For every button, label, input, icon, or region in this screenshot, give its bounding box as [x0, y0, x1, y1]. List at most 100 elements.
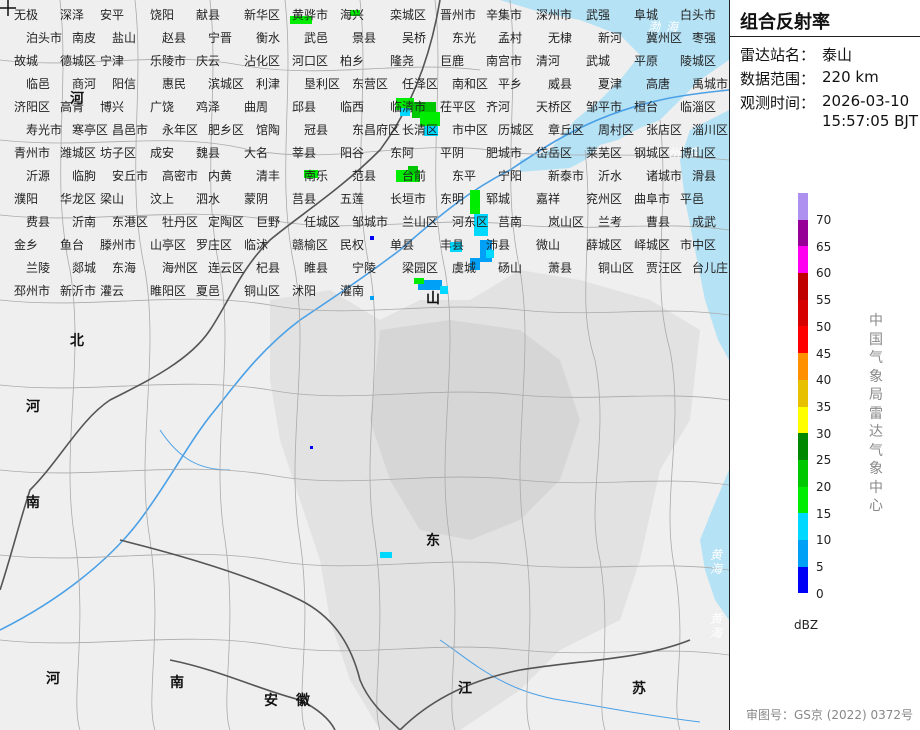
place-label: 单县	[390, 238, 415, 252]
scale-cell	[798, 193, 808, 220]
place-label: 利津	[256, 77, 281, 91]
place-label: 冀州区	[646, 31, 683, 45]
province-char: 南	[170, 675, 184, 691]
dbz-color-scale	[798, 193, 808, 594]
place-label: 桓台	[634, 100, 659, 114]
range-row: 数据范围： 220 km	[740, 68, 879, 89]
place-label: 郯城	[72, 261, 97, 275]
place-label: 宁阳	[498, 169, 523, 183]
scale-cell	[798, 326, 808, 354]
place-label: 张店区	[646, 123, 683, 137]
place-label: 嘉祥	[536, 192, 561, 206]
place-label: 吴桥	[402, 31, 427, 45]
place-label: 沂源	[26, 169, 51, 183]
time-clock: 15:57:05 BJT	[822, 112, 919, 130]
place-label: 巨野	[256, 215, 281, 229]
place-label: 德城区	[60, 54, 97, 68]
place-label: 黄骅市	[292, 8, 329, 22]
place-label: 青州市	[14, 146, 51, 160]
place-label: 东营区	[352, 77, 389, 91]
place-label: 冠县	[304, 123, 329, 137]
province-char: 东	[426, 533, 440, 549]
place-label: 滨城区	[208, 77, 245, 91]
place-label: 故城	[14, 54, 39, 68]
place-label: 邹平市	[586, 100, 623, 114]
place-label: 砀山	[498, 261, 523, 275]
place-label: 南皮	[72, 31, 97, 45]
place-label: 平阴	[440, 146, 465, 160]
place-label: 汶上	[150, 192, 175, 206]
place-label: 海州区	[162, 261, 199, 275]
scale-cell	[798, 539, 808, 567]
place-label: 滕州市	[100, 238, 137, 252]
place-label: 成武	[692, 215, 717, 229]
place-label: 兰山区	[402, 215, 439, 229]
place-label: 平原	[634, 54, 659, 68]
scale-tick: 65	[816, 239, 832, 254]
place-label: 邳州市	[14, 284, 51, 298]
map-area[interactable]: 渤海 莱州湾 黄海 黄海 河 北 河 南 山 东 江 苏 安 徽 南 河 无极深…	[0, 0, 730, 730]
place-label: 栾城区	[390, 8, 427, 22]
place-label: 大名	[244, 146, 269, 160]
place-label: 武城	[586, 54, 611, 68]
scale-cell	[798, 299, 808, 327]
place-label: 威县	[548, 77, 573, 91]
scale-tick: 15	[816, 506, 832, 521]
place-label: 莘县	[292, 146, 317, 160]
time-label: 观测时间：	[740, 94, 816, 112]
scale-tick: 60	[816, 266, 832, 281]
place-label: 惠民	[162, 77, 187, 91]
place-label: 乐陵市	[150, 54, 187, 68]
place-label: 临朐	[72, 169, 97, 183]
place-label: 华龙区	[60, 192, 97, 206]
place-label: 鱼台	[60, 238, 85, 252]
place-label: 梁园区	[402, 261, 439, 275]
scale-tick: 40	[816, 373, 832, 388]
place-label: 沭阳	[292, 284, 317, 298]
place-label: 阳信	[112, 77, 137, 91]
place-label: 莒县	[292, 192, 317, 206]
place-label: 任泽区	[402, 77, 439, 91]
place-label: 河口区	[292, 54, 329, 68]
province-char: 河	[26, 399, 40, 415]
time-date: 2026-03-10	[822, 92, 910, 110]
place-label: 南乐	[304, 169, 329, 183]
place-label: 灌云	[100, 284, 125, 298]
place-label: 薛城区	[586, 238, 623, 252]
scale-cell	[798, 273, 808, 300]
place-label: 阜城	[634, 8, 659, 22]
place-label: 临邑	[26, 77, 51, 91]
place-label: 滑县	[692, 169, 717, 183]
place-label: 深泽	[60, 8, 85, 22]
place-label: 连云区	[208, 261, 245, 275]
scale-tick: 50	[816, 319, 832, 334]
unit-label: dBZ	[794, 618, 819, 632]
range-label: 数据范围：	[740, 70, 816, 88]
range-value: 220 km	[822, 68, 879, 86]
place-label: 范县	[352, 169, 377, 183]
product-title: 组合反射率	[740, 12, 830, 33]
place-label: 睢县	[304, 261, 329, 275]
place-label: 兰陵	[26, 261, 51, 275]
place-label: 武邑	[304, 31, 329, 45]
place-label: 宁津	[100, 54, 125, 68]
agency-label: 中国气象局雷达气象中心	[869, 313, 883, 514]
sea-label-huanghai-2: 黄海	[710, 612, 729, 640]
place-label: 阳谷	[340, 146, 365, 160]
place-label: 海兴	[340, 8, 365, 22]
place-label: 丰县	[440, 238, 465, 252]
place-label: 民权	[340, 238, 365, 252]
place-label: 鸡泽	[196, 100, 221, 114]
scale-tick: 30	[816, 426, 832, 441]
place-label: 铜山区	[244, 284, 281, 298]
place-label: 市中区	[452, 123, 489, 137]
scale-tick: 45	[816, 346, 832, 361]
place-label: 章丘区	[548, 123, 585, 137]
scale-tick: 20	[816, 480, 832, 494]
place-label: 任城区	[304, 215, 341, 229]
place-label: 山亭区	[150, 238, 187, 252]
place-label: 梁山	[100, 192, 125, 206]
place-label: 新华区	[244, 8, 281, 22]
place-label: 寿光市	[26, 123, 63, 137]
place-label: 沂南	[72, 215, 97, 229]
